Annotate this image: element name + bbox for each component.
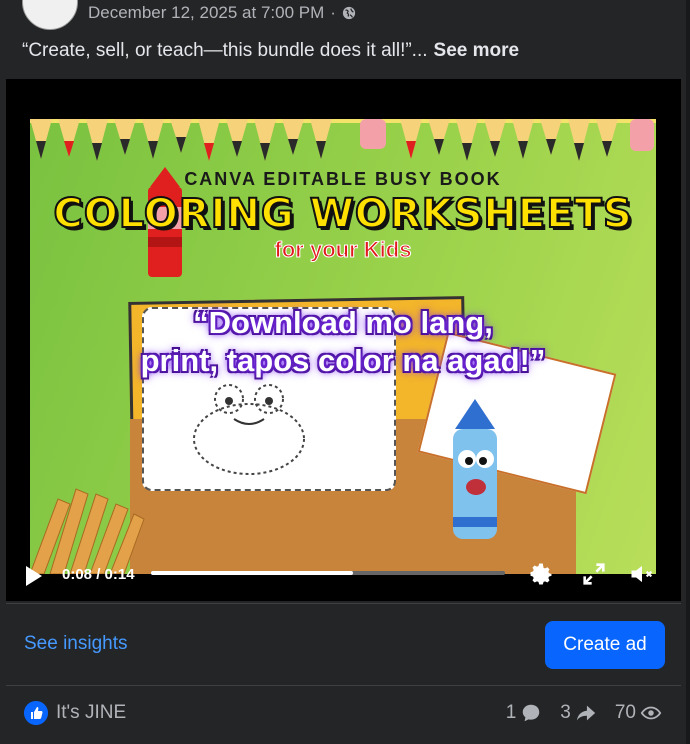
volume-muted-icon[interactable] bbox=[628, 560, 656, 588]
video-controls: 0:08 / 0:14 bbox=[6, 554, 681, 601]
video-thumbnail: CANVA EDITABLE BUSY BOOK COLORING WORKSH… bbox=[30, 119, 656, 574]
views-stat: 70 bbox=[615, 702, 662, 724]
overlay-quote: “Download mo lang, print, tapos color na… bbox=[30, 304, 656, 380]
see-insights-link[interactable]: See insights bbox=[24, 633, 128, 655]
post-caption: “Create, sell, or teach—this bundle does… bbox=[22, 40, 519, 62]
video-player[interactable]: CANVA EDITABLE BUSY BOOK COLORING WORKSH… bbox=[6, 79, 681, 601]
post-meta: December 12, 2025 at 7:00 PM · bbox=[88, 3, 356, 23]
thumbnail-subtitle: for your Kids bbox=[274, 237, 412, 263]
divider-bottom bbox=[6, 685, 681, 686]
globe-icon bbox=[342, 6, 356, 20]
like-reaction-icon[interactable] bbox=[24, 701, 48, 725]
eye-icon bbox=[640, 706, 662, 720]
comment-icon bbox=[523, 704, 540, 722]
engagement-stats: 1 3 70 bbox=[494, 702, 662, 724]
comments-count: 1 bbox=[505, 702, 517, 723]
play-button[interactable] bbox=[26, 566, 42, 586]
caption-text: “Create, sell, or teach—this bundle does… bbox=[22, 40, 428, 61]
shares-count: 3 bbox=[560, 702, 571, 723]
thumbnail-top-title: CANVA EDITABLE BUSY BOOK bbox=[184, 169, 502, 189]
thumbnail-main-title: COLORING WORKSHEETS bbox=[52, 190, 633, 238]
overlay-quote-line1: “Download mo lang, bbox=[193, 305, 493, 340]
see-more-link[interactable]: See more bbox=[434, 40, 520, 61]
blue-crayon-character bbox=[453, 399, 497, 539]
views-count: 70 bbox=[614, 702, 636, 723]
overlay-quote-line2: print, tapos color na agad!” bbox=[140, 343, 546, 378]
divider-top bbox=[6, 603, 681, 604]
reaction-by-text[interactable]: It's JINE bbox=[56, 702, 126, 724]
comments-stat[interactable]: 1 bbox=[506, 702, 543, 724]
fullscreen-icon[interactable] bbox=[580, 560, 608, 588]
post-card: December 12, 2025 at 7:00 PM · “Create, … bbox=[0, 0, 690, 744]
shares-stat[interactable]: 3 bbox=[560, 702, 597, 724]
page-avatar[interactable] bbox=[22, 0, 78, 30]
progress-fill bbox=[151, 571, 353, 575]
time-display: 0:08 / 0:14 bbox=[62, 566, 135, 583]
progress-bar[interactable] bbox=[151, 571, 505, 575]
meta-separator: · bbox=[330, 3, 336, 22]
share-icon bbox=[576, 705, 596, 721]
settings-gear-icon[interactable] bbox=[527, 560, 555, 588]
create-ad-button[interactable]: Create ad bbox=[545, 621, 665, 669]
frog-outline-illustration bbox=[193, 384, 305, 475]
post-timestamp[interactable]: December 12, 2025 at 7:00 PM bbox=[88, 3, 324, 23]
